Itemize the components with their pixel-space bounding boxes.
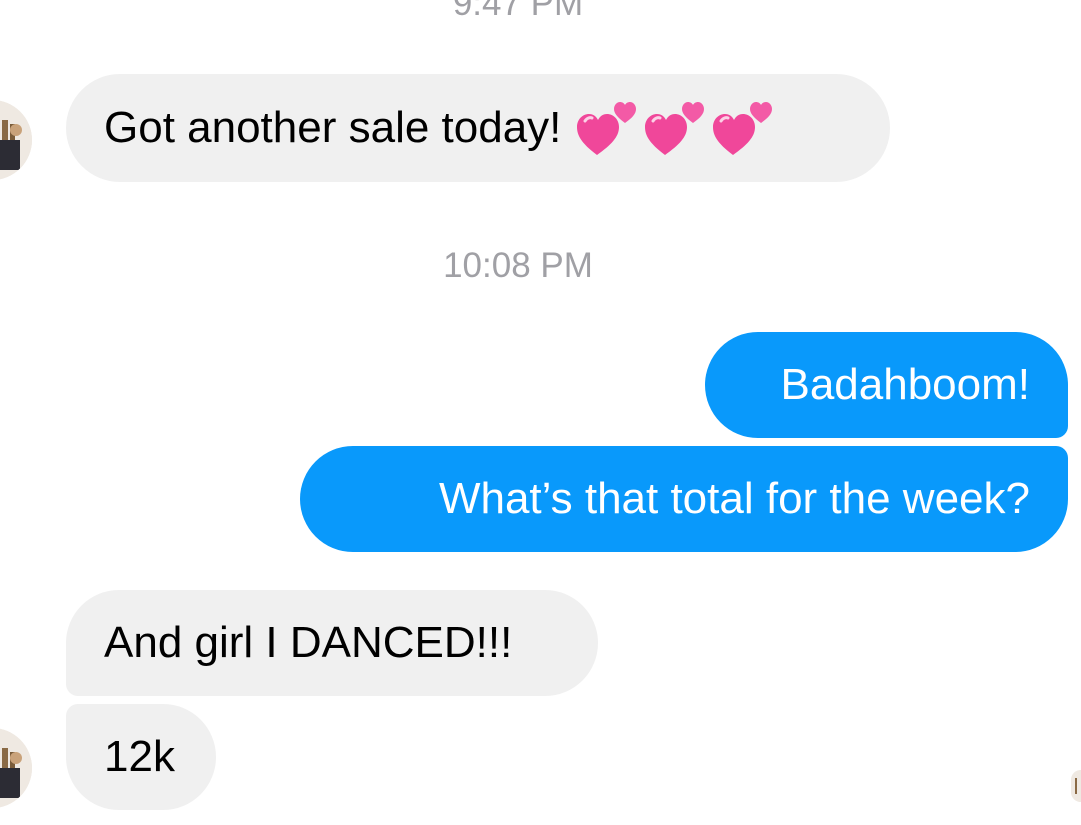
contact-avatar[interactable] bbox=[0, 728, 32, 808]
message-text: Got another sale today! bbox=[104, 103, 562, 152]
message-text: 12k bbox=[104, 732, 175, 781]
two-hearts-icon bbox=[645, 102, 705, 155]
timestamp-mid: 10:08 PM bbox=[443, 246, 593, 285]
incoming-message-bubble[interactable]: 12k bbox=[66, 704, 216, 810]
timestamp-top: 9:47 PM bbox=[452, 0, 584, 23]
outgoing-message-bubble[interactable]: What’s that total for the week? bbox=[300, 446, 1068, 552]
incoming-message-bubble[interactable]: And girl I DANCED!!! bbox=[66, 590, 598, 696]
two-hearts-icon bbox=[577, 102, 637, 155]
message-text: What’s that total for the week? bbox=[438, 474, 1030, 523]
avatar-photo-icon bbox=[0, 728, 32, 808]
avatar-photo-icon bbox=[0, 100, 32, 180]
read-receipt-photo-icon bbox=[1071, 770, 1081, 802]
emoji-group bbox=[577, 99, 781, 157]
message-text: And girl I DANCED!!! bbox=[104, 618, 513, 667]
contact-avatar[interactable] bbox=[0, 100, 32, 180]
two-hearts-icon bbox=[713, 102, 773, 155]
read-receipt-avatar bbox=[1071, 770, 1081, 802]
outgoing-message-bubble[interactable]: Badahboom! bbox=[705, 332, 1068, 438]
incoming-message-bubble[interactable]: Got another sale today! bbox=[66, 74, 890, 182]
message-text: Badahboom! bbox=[780, 360, 1030, 409]
